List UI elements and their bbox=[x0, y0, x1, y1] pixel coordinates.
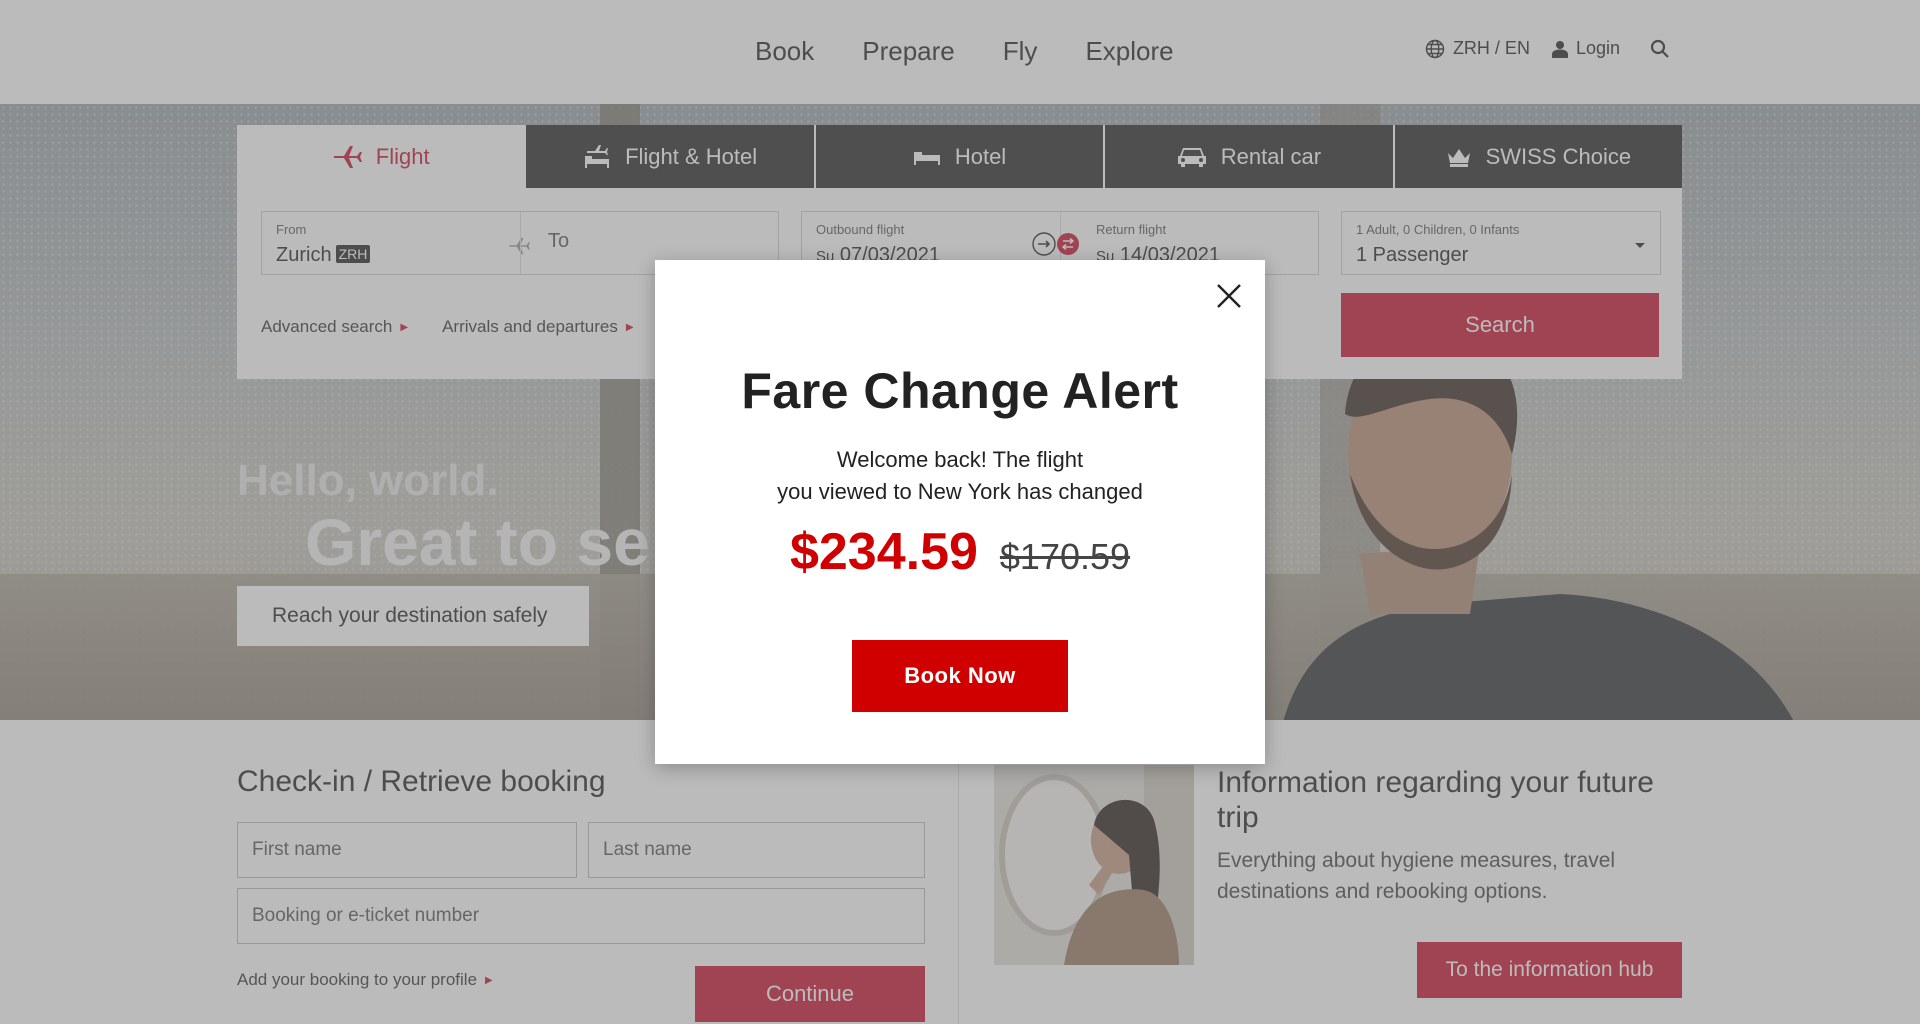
close-icon[interactable] bbox=[1213, 280, 1245, 312]
price-comparison: $234.59 $170.59 bbox=[655, 522, 1265, 582]
new-price: $234.59 bbox=[789, 523, 978, 581]
fare-change-modal: Fare Change Alert Welcome back! The flig… bbox=[655, 260, 1265, 764]
modal-message-line: you viewed to New York has changed bbox=[777, 479, 1143, 504]
modal-message: Welcome back! The flight you viewed to N… bbox=[715, 444, 1205, 508]
book-now-button[interactable]: Book Now bbox=[852, 640, 1068, 712]
old-price: $170.59 bbox=[999, 536, 1131, 577]
modal-message-line: Welcome back! The flight bbox=[836, 447, 1084, 472]
modal-title: Fare Change Alert bbox=[741, 363, 1179, 419]
